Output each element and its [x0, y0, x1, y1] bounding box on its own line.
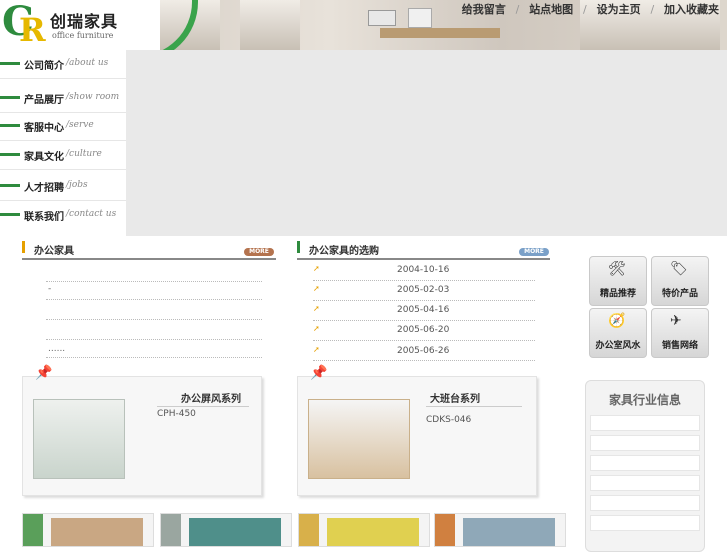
tile-label: 精品推荐 — [599, 289, 636, 299]
list-item[interactable]: ➚ 2005-04-16 — [297, 302, 537, 320]
product-card-desk[interactable]: 📌 大班台系列 CDKS-046 — [297, 365, 537, 496]
nav-sublabel: /jobs — [66, 180, 88, 190]
category-thumb-2[interactable] — [160, 513, 292, 547]
nav-label: 家具文化 — [24, 152, 64, 163]
top-link-bookmark[interactable]: 加入收藏夹 — [664, 3, 719, 16]
nav-sublabel: /contact us — [66, 209, 117, 219]
arrow-icon: ➚ — [313, 324, 320, 333]
left-navigation: 公司简介 /about us 产品展厅 /show room 客服中心 /ser… — [0, 50, 126, 236]
product-card-screen[interactable]: 📌 办公屏风系列 CPH-450 — [22, 365, 262, 496]
arrow-icon: ➚ — [313, 304, 320, 313]
tools-icon: 🛠 — [608, 261, 626, 277]
nav-sublabel: /show room — [66, 92, 120, 102]
arrow-icon: ➚ — [313, 345, 320, 354]
date: 2005-04-16 — [397, 305, 450, 315]
arrow-icon: ➚ — [313, 284, 320, 293]
category-thumb-3[interactable] — [298, 513, 430, 547]
plane-icon: ✈ — [670, 313, 682, 329]
list-item[interactable]: ➚ 2005-06-20 — [297, 322, 537, 340]
desk-furniture-image — [308, 399, 410, 479]
phone-icon — [368, 10, 396, 26]
tile-featured[interactable]: 🛠 精品推荐 — [589, 256, 647, 306]
info-row[interactable] — [590, 515, 700, 531]
product-name: 大班台系列 — [430, 394, 480, 405]
right-column: 🛠 精品推荐 🏷 特价产品 🧭 办公室风水 ✈ 销售网络 家具行业信息 — [577, 238, 727, 552]
tile-label: 办公室风水 — [595, 341, 641, 351]
nav-item-serve[interactable]: 客服中心 /serve — [0, 112, 126, 141]
list-item[interactable]: ➚ 2005-06-26 — [297, 343, 537, 361]
industry-info-title: 家具行业信息 — [608, 393, 681, 407]
compass-icon: 🧭 — [608, 313, 626, 329]
nav-item-culture[interactable]: 家具文化 /culture — [0, 141, 126, 170]
pushpin-icon: 📌 — [35, 365, 53, 381]
nav-label: 客服中心 — [24, 123, 64, 134]
more-button[interactable]: MORE — [244, 248, 274, 256]
list-item[interactable]: ...... — [48, 344, 65, 354]
info-row[interactable] — [590, 495, 700, 511]
nav-label: 人才招聘 — [24, 183, 64, 194]
nav-item-showroom[interactable]: 产品展厅 /show room — [0, 84, 126, 113]
date: 2005-06-20 — [397, 325, 450, 335]
logo-mark-icon: CR — [2, 0, 46, 49]
category-thumb-4[interactable] — [434, 513, 566, 547]
logo[interactable]: CR 创瑞家具 office furniture — [0, 0, 130, 48]
info-row[interactable] — [590, 455, 700, 471]
tile-special[interactable]: 🏷 特价产品 — [651, 256, 709, 306]
info-row[interactable] — [590, 415, 700, 431]
tile-label: 特价产品 — [661, 289, 698, 299]
office-furniture-title: 办公家具 — [34, 246, 74, 257]
category-thumb-1[interactable] — [22, 513, 154, 547]
arrow-icon: ➚ — [313, 264, 320, 273]
nav-label: 联系我们 — [24, 212, 64, 223]
top-link-message[interactable]: 给我留言 — [462, 3, 506, 16]
info-row[interactable] — [590, 475, 700, 491]
tag-icon: 🏷 — [670, 261, 688, 277]
nav-label: 公司简介 — [24, 61, 64, 72]
flash-banner-placeholder — [126, 50, 727, 236]
industry-info-box: 家具行业信息 — [585, 380, 705, 552]
logo-subtitle: office furniture — [52, 31, 114, 40]
logo-title: 创瑞家具 — [50, 12, 119, 31]
top-link-set-home[interactable]: 设为主页 — [597, 3, 641, 16]
date: 2005-02-03 — [397, 285, 450, 295]
nav-item-jobs[interactable]: 人才招聘 /jobs — [0, 172, 126, 201]
nav-sublabel: /serve — [66, 120, 94, 130]
tile-label: 销售网络 — [661, 341, 698, 351]
product-code: CPH-450 — [157, 409, 196, 419]
pushpin-icon: 📌 — [310, 365, 328, 381]
screen-furniture-image — [33, 399, 125, 479]
nav-item-about[interactable]: 公司简介 /about us — [0, 50, 126, 79]
list-item[interactable]: - — [48, 284, 51, 294]
date: 2004-10-16 — [397, 265, 450, 275]
list-item[interactable]: ➚ 2004-10-16 — [297, 262, 537, 280]
selection-title: 办公家具的选购 — [309, 246, 379, 257]
top-links: 给我留言 / 站点地图 / 设为主页 / 加入收藏夹 — [461, 3, 719, 16]
product-name: 办公屏风系列 — [181, 394, 241, 405]
product-code: CDKS-046 — [426, 415, 472, 425]
top-link-sitemap[interactable]: 站点地图 — [529, 3, 573, 16]
list-item[interactable]: ➚ 2005-02-03 — [297, 282, 537, 300]
tile-sales-network[interactable]: ✈ 销售网络 — [651, 308, 709, 358]
info-row[interactable] — [590, 435, 700, 451]
selection-list: ➚ 2004-10-16 ➚ 2005-02-03 ➚ 2005-04-16 ➚ 200… — [297, 262, 550, 362]
date: 2005-06-26 — [397, 346, 450, 356]
computer-icon — [408, 8, 432, 28]
selection-header: 办公家具的选购 MORE — [297, 239, 550, 260]
more-button[interactable]: MORE — [519, 248, 549, 256]
office-furniture-header: 办公家具 MORE — [22, 239, 276, 260]
nav-sublabel: /about us — [66, 58, 109, 68]
nav-item-contact[interactable]: 联系我们 /contact us — [0, 201, 126, 229]
nav-label: 产品展厅 — [24, 95, 64, 106]
tile-fengshui[interactable]: 🧭 办公室风水 — [589, 308, 647, 358]
nav-sublabel: /culture — [66, 149, 102, 159]
